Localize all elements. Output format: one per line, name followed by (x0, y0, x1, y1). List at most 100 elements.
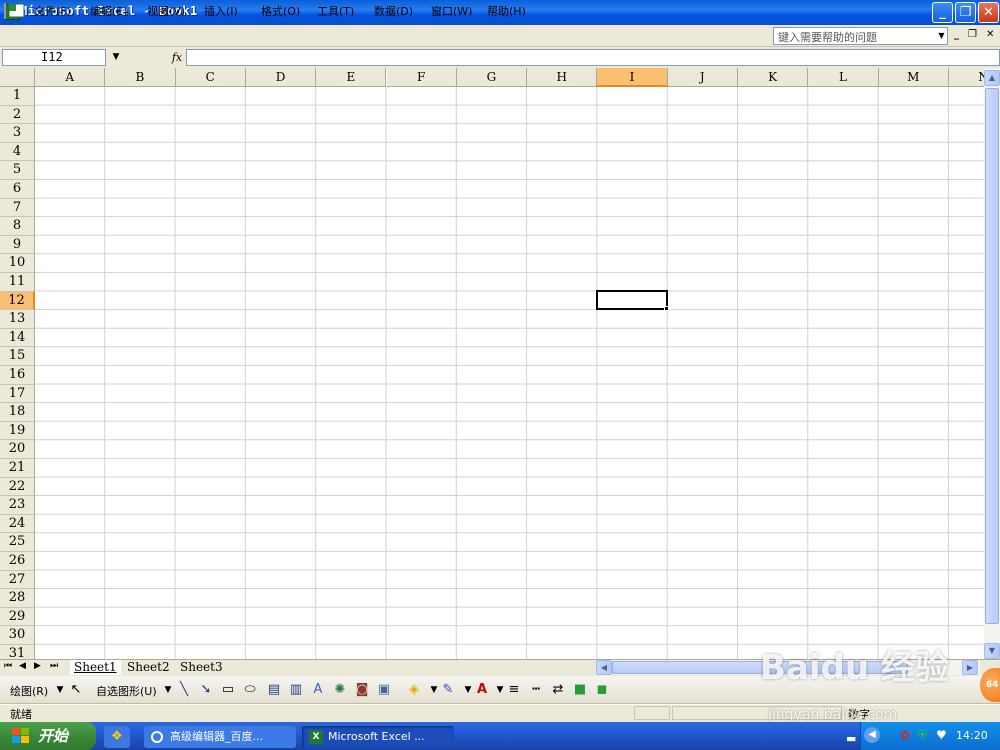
row-header[interactable]: 6 (0, 180, 35, 199)
row-header[interactable]: 16 (0, 366, 35, 385)
row-header[interactable]: 5 (0, 161, 35, 180)
column-header[interactable]: H (527, 68, 598, 87)
chevron-down-icon[interactable]: ▼ (936, 28, 947, 44)
network-icon[interactable]: ♥ (936, 728, 947, 742)
column-header[interactable]: A (35, 68, 106, 87)
doc-restore-button[interactable]: ❐ (968, 29, 977, 40)
worksheet-grid[interactable]: A B C D E F G H I J K L M N 1 2 3 4 5 6 7 8 9 10 11 12 13 14 15 16 17 1… (0, 68, 984, 659)
column-header[interactable]: B (105, 68, 176, 87)
first-sheet-icon[interactable]: ⏮ (4, 661, 12, 671)
column-header[interactable]: E (316, 68, 387, 87)
row-header[interactable]: 23 (0, 496, 35, 515)
vertical-textbox-icon[interactable]: ▥ (288, 682, 304, 698)
row-header[interactable]: 4 (0, 142, 35, 162)
row-header[interactable]: 3 (0, 124, 35, 143)
task-button-editor[interactable]: 高级编辑器_百度... (144, 726, 296, 748)
row-header[interactable]: 19 (0, 421, 35, 441)
close-button[interactable]: ✕ (978, 2, 999, 23)
menu-insert[interactable]: 插入(I) (204, 3, 238, 19)
column-header[interactable]: D (245, 68, 317, 87)
fill-color-icon[interactable]: ◈ (406, 682, 422, 698)
rectangle-icon[interactable]: ▭ (220, 682, 236, 698)
line-icon[interactable]: ╲ (176, 682, 192, 698)
prev-sheet-icon[interactable]: ◀ (19, 661, 26, 671)
row-header[interactable]: 20 (0, 440, 35, 459)
diagram-icon[interactable]: ✺ (332, 682, 348, 698)
column-header[interactable]: G (456, 68, 528, 87)
picture-icon[interactable]: ▣ (376, 682, 392, 698)
row-header[interactable]: 22 (0, 477, 35, 497)
clipart-icon[interactable]: ◙ (354, 682, 370, 698)
name-box[interactable]: I12 (2, 49, 106, 66)
fill-handle[interactable] (664, 306, 669, 311)
chevron-down-icon[interactable]: ▼ (106, 49, 126, 66)
row-header[interactable]: 24 (0, 514, 35, 534)
row-header[interactable]: 2 (0, 105, 35, 125)
column-header[interactable]: K (738, 68, 809, 87)
row-header[interactable]: 12 (0, 291, 35, 311)
row-header[interactable]: 15 (0, 347, 35, 366)
row-header[interactable]: 29 (0, 607, 35, 627)
row-header[interactable]: 8 (0, 217, 35, 236)
row-header[interactable]: 9 (0, 235, 35, 255)
column-header[interactable]: M (878, 68, 949, 87)
help-question-input[interactable]: 键入需要帮助的问题 (773, 27, 948, 45)
draw-menu-button[interactable]: 绘图(R) (10, 683, 48, 699)
sheet-tab-sheet1[interactable]: Sheet1 (70, 660, 121, 675)
row-header[interactable]: 13 (0, 310, 35, 329)
row-header[interactable]: 7 (0, 198, 35, 218)
arrow-icon[interactable]: ➘ (198, 682, 214, 698)
row-header[interactable]: 1 (0, 87, 35, 106)
select-pointer-icon[interactable]: ↖ (68, 682, 84, 698)
language-icon[interactable]: ▬ (846, 732, 856, 745)
3d-style-icon[interactable]: ◼ (594, 682, 610, 698)
line-style-icon[interactable]: ≡ (506, 682, 522, 698)
vertical-scroll-thumb[interactable] (985, 88, 999, 624)
sheet-tab-sheet3[interactable]: Sheet3 (176, 660, 227, 675)
dash-style-icon[interactable]: ┅ (528, 682, 544, 698)
select-all-corner[interactable] (0, 68, 35, 87)
row-header[interactable]: 30 (0, 626, 35, 645)
column-header[interactable]: I (597, 68, 668, 87)
menu-tools[interactable]: 工具(T) (317, 3, 354, 19)
row-header[interactable]: 31 (0, 645, 35, 659)
row-header[interactable]: 11 (0, 273, 35, 292)
menu-edit[interactable]: 编辑(E) (90, 3, 128, 19)
row-header[interactable]: 18 (0, 403, 35, 422)
row-header[interactable]: 27 (0, 570, 35, 590)
qq-icon[interactable]: ✿ (900, 728, 910, 742)
row-header[interactable]: 10 (0, 254, 35, 273)
menu-format[interactable]: 格式(O) (261, 3, 300, 19)
restore-button[interactable]: ❐ (955, 2, 976, 23)
row-header[interactable]: 21 (0, 459, 35, 478)
next-sheet-icon[interactable]: ▶ (34, 661, 41, 671)
scroll-up-icon[interactable]: ▲ (984, 70, 1000, 86)
row-header[interactable]: 25 (0, 533, 35, 552)
column-header[interactable]: L (808, 68, 879, 87)
column-header[interactable]: N (948, 68, 984, 87)
arrow-style-icon[interactable]: ⇄ (550, 682, 566, 698)
scroll-left-icon[interactable]: ◀ (596, 660, 612, 675)
menu-file[interactable]: 文件(F) (34, 3, 71, 19)
workbook-icon[interactable] (4, 3, 26, 19)
chevron-down-icon[interactable]: ▼ (160, 682, 176, 698)
menu-data[interactable]: 数据(D) (374, 3, 413, 19)
menu-help[interactable]: 帮助(H) (487, 3, 526, 19)
menu-view[interactable]: 视图(V) (147, 3, 185, 19)
cell-area[interactable] (35, 87, 984, 659)
column-header[interactable]: J (667, 68, 738, 87)
font-color-icon[interactable]: A (474, 682, 490, 698)
sheet-tab-sheet2[interactable]: Sheet2 (123, 660, 174, 675)
shadow-style-icon[interactable]: ■ (572, 682, 588, 698)
doc-close-button[interactable]: ✕ (986, 29, 994, 40)
orange-badge[interactable]: 64 (980, 668, 1000, 702)
row-header[interactable]: 28 (0, 589, 35, 608)
autoshapes-button[interactable]: 自选图形(U) (96, 683, 157, 699)
scroll-right-icon[interactable]: ▶ (962, 660, 978, 675)
oval-icon[interactable]: ⬭ (242, 682, 258, 698)
chevron-down-icon[interactable]: ▼ (52, 682, 68, 698)
formula-input[interactable] (186, 49, 1000, 66)
active-cell[interactable] (596, 290, 668, 310)
column-header[interactable]: C (175, 68, 246, 87)
doc-minimize-button[interactable]: _ (954, 29, 959, 40)
